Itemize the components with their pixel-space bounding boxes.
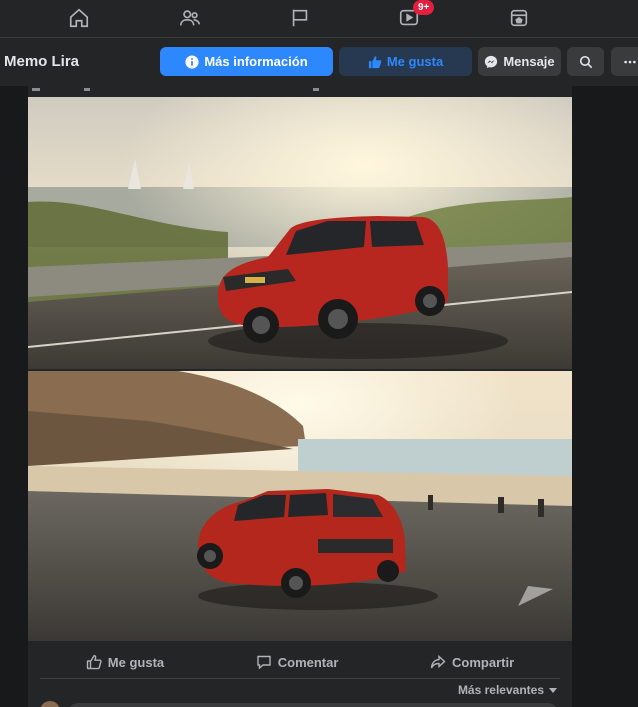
search-button[interactable] [567, 47, 604, 76]
share-label: Compartir [452, 654, 515, 670]
more-info-label: Más información [204, 54, 308, 69]
comment-sort-label: Más relevantes [457, 683, 544, 697]
ellipsis-icon [623, 60, 636, 63]
commenter-avatar [40, 701, 60, 707]
nav-watch[interactable]: 9+ [379, 0, 439, 36]
comment-button[interactable]: Comentar [256, 654, 339, 670]
like-page-button[interactable]: Me gusta [339, 47, 472, 76]
page-header: Memo Lira Más información Me gusta Mensa… [0, 38, 638, 86]
post-photo-beach[interactable] [28, 371, 572, 641]
message-label: Mensaje [503, 54, 555, 69]
truncated-text [32, 88, 319, 91]
nav-home[interactable] [49, 0, 109, 36]
message-button[interactable]: Mensaje [478, 47, 561, 76]
share-icon [430, 654, 446, 669]
comment-sort-dropdown[interactable]: Más relevantes [458, 683, 558, 697]
nav-pages[interactable] [270, 0, 330, 36]
post-photo-road[interactable] [28, 97, 572, 369]
post-actions: Me gusta Comentar Compartir [40, 646, 560, 679]
search-icon [579, 55, 592, 68]
more-options-button[interactable] [611, 47, 638, 76]
like-post-button[interactable]: Me gusta [86, 654, 164, 670]
friends-icon [180, 10, 200, 26]
marketplace-icon [510, 9, 528, 27]
comment-label: Comentar [277, 654, 339, 670]
suv-road-image [28, 97, 572, 369]
comment-input[interactable] [68, 703, 558, 707]
top-navigation: 9+ [0, 0, 638, 38]
comment-icon [257, 655, 271, 670]
nav-marketplace[interactable] [489, 0, 549, 36]
share-button[interactable]: Compartir [430, 654, 514, 670]
more-info-button[interactable]: Más información [160, 47, 333, 76]
like-post-label: Me gusta [107, 654, 165, 670]
like-page-label: Me gusta [386, 54, 444, 69]
flag-icon [292, 9, 308, 27]
suv-beach-image [28, 371, 572, 641]
home-icon [69, 8, 89, 28]
thumbs-up-icon [86, 655, 102, 670]
nav-friends[interactable] [160, 0, 220, 36]
post-text-cutoff [28, 86, 572, 97]
post-card: Me gusta Comentar Compartir Más relevant… [28, 86, 572, 707]
notification-badge: 9+ [413, 0, 435, 15]
messenger-icon [485, 55, 498, 68]
page-name[interactable]: Memo Lira [4, 53, 79, 70]
info-icon [185, 54, 199, 69]
caret-down-icon [549, 688, 557, 693]
thumbs-up-icon [368, 55, 382, 68]
